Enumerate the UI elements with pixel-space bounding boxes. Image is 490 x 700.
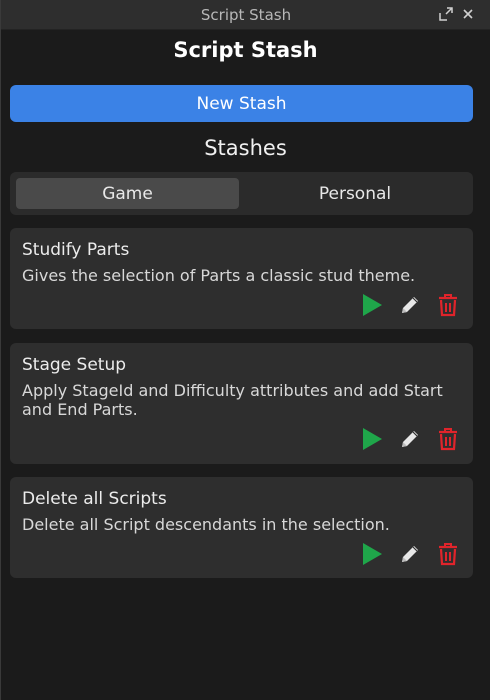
stash-card-stage-setup: Stage Setup Apply StageId and Difficulty… (10, 343, 473, 464)
stash-card-studify-parts: Studify Parts Gives the selection of Par… (10, 228, 473, 329)
play-icon[interactable] (359, 540, 385, 568)
stash-actions (359, 291, 461, 319)
stash-card-delete-all-scripts: Delete all Scripts Delete all Script des… (10, 477, 473, 578)
stash-actions (359, 425, 461, 453)
stashes-heading: Stashes (204, 136, 287, 160)
stash-description: Gives the selection of Parts a classic s… (22, 266, 416, 285)
pencil-icon[interactable] (397, 425, 423, 453)
tab-game[interactable]: Game (16, 178, 239, 209)
trash-icon[interactable] (435, 540, 461, 568)
close-icon[interactable] (460, 6, 476, 22)
trash-icon[interactable] (435, 291, 461, 319)
stash-description: Apply StageId and Difficulty attributes … (22, 381, 443, 419)
pencil-icon[interactable] (397, 540, 423, 568)
trash-icon[interactable] (435, 425, 461, 453)
tab-personal[interactable]: Personal (243, 178, 467, 209)
new-stash-button[interactable]: New Stash (10, 85, 473, 122)
stash-description: Delete all Script descendants in the sel… (22, 515, 390, 534)
popout-icon[interactable] (438, 6, 454, 22)
script-stash-window: Script Stash Script Stash New Stash Stas… (0, 0, 490, 700)
stash-tabs: Game Personal (10, 172, 473, 215)
pencil-icon[interactable] (397, 291, 423, 319)
stash-title: Delete all Scripts (22, 489, 167, 509)
titlebar: Script Stash (1, 0, 490, 30)
stash-actions (359, 540, 461, 568)
stash-title: Stage Setup (22, 355, 127, 375)
play-icon[interactable] (359, 291, 385, 319)
play-icon[interactable] (359, 425, 385, 453)
stash-title: Studify Parts (22, 240, 130, 260)
app-title: Script Stash (173, 38, 318, 62)
window-title: Script Stash (200, 6, 292, 24)
